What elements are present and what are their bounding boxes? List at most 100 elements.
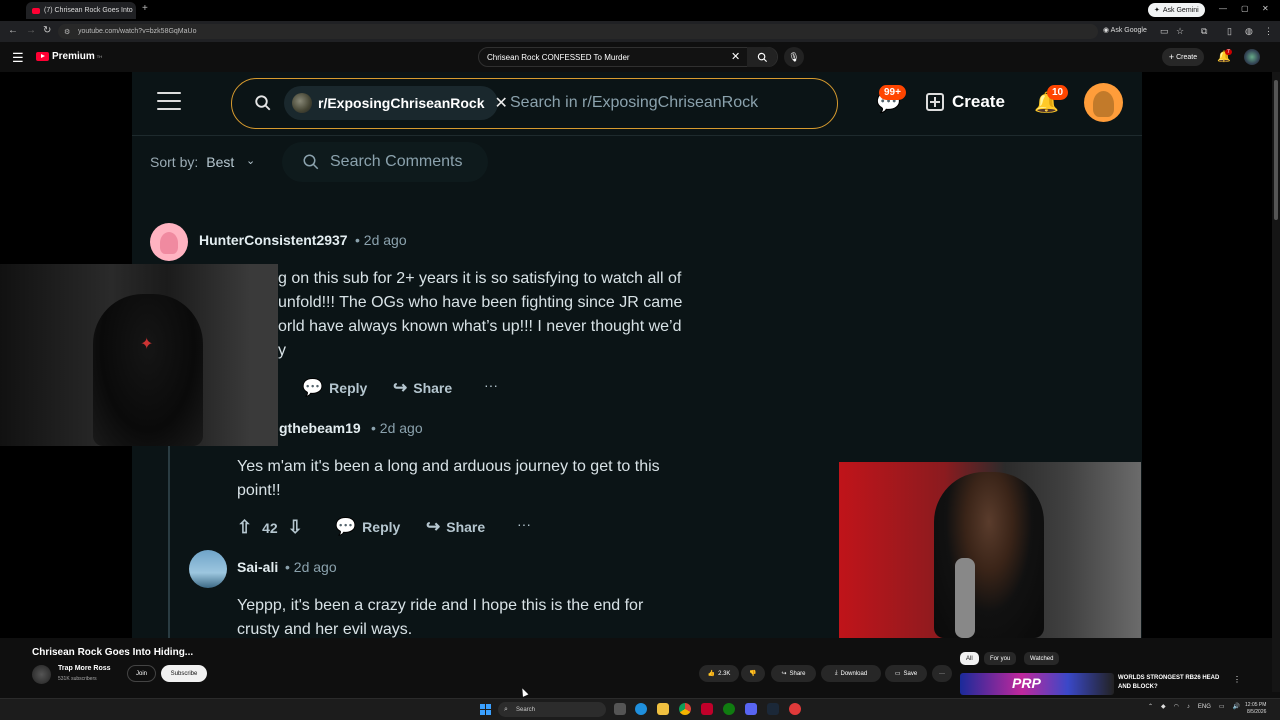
tab-title: (7) Chrisean Rock Goes Into xyxy=(44,7,133,14)
scrollbar-thumb[interactable] xyxy=(1274,80,1278,220)
comment-line: g on this sub for 2+ years it is so sati… xyxy=(278,270,682,287)
thumbs-up-icon: 👍 xyxy=(707,671,716,677)
comment-username: HunterConsistent2937 xyxy=(199,232,348,248)
subreddit-chip: r/ExposingChriseanRock ✕ xyxy=(284,86,508,120)
new-tab-icon[interactable]: + xyxy=(142,3,148,14)
comment-avatar xyxy=(150,223,188,261)
recommended-video-title[interactable]: WORLDS STRONGEST RB26 HEAD AND BLOCK? xyxy=(1118,674,1230,692)
bookmark-star-icon[interactable]: ☆ xyxy=(1176,26,1184,37)
close-window-icon[interactable]: ✕ xyxy=(1262,4,1269,13)
recommended-more-icon[interactable]: ⋮ xyxy=(1233,675,1241,684)
filter-chip-all[interactable]: All xyxy=(960,652,979,665)
comment-line: unfold!!! The OGs who have been fighting… xyxy=(278,294,683,311)
save-button[interactable]: ▭ Save xyxy=(885,665,927,682)
share-video-label: Share xyxy=(789,670,806,677)
filter-chip-watched[interactable]: Watched xyxy=(1024,652,1060,665)
task-view-icon[interactable] xyxy=(614,703,626,715)
cast-icon[interactable]: ▭ xyxy=(1160,26,1169,37)
streamer-webcam-right xyxy=(839,462,1141,638)
thumbs-down-icon: 👎 xyxy=(749,671,757,677)
network-icon[interactable]: ▭ xyxy=(1219,703,1225,710)
comment-line: y xyxy=(278,342,286,359)
ask-google-label: Ask Google xyxy=(1110,27,1147,34)
dislike-button[interactable]: 👎 xyxy=(741,665,765,682)
comment-time: • 2d ago xyxy=(285,559,337,575)
like-button[interactable]: 👍 2.3K xyxy=(699,665,739,682)
language-indicator[interactable]: ENG xyxy=(1198,704,1211,710)
download-button[interactable]: ⤓ Download xyxy=(821,665,881,682)
share-video-button[interactable]: ↪ Share xyxy=(771,665,816,682)
more-horizontal-icon: ··· xyxy=(939,670,945,677)
browser-tab[interactable]: (7) Chrisean Rock Goes Into 🔊 ✕ xyxy=(26,2,136,19)
google-lens-icon: ◉ xyxy=(1103,27,1110,34)
app-icon[interactable] xyxy=(789,703,801,715)
forward-arrow-icon[interactable]: → xyxy=(26,25,36,36)
tray-chevron-icon[interactable]: ⌃ xyxy=(1148,703,1153,710)
mic-tray-icon[interactable]: ♪ xyxy=(1187,704,1190,710)
comment-body: g on this sub for 2+ years it is so sati… xyxy=(278,267,682,363)
channel-name[interactable]: Trap More Ross xyxy=(58,665,111,672)
chrome-icon[interactable] xyxy=(679,703,691,715)
youtube-logo-text: Premium xyxy=(52,51,95,62)
youtube-create-button[interactable]: + Create xyxy=(1162,48,1204,66)
chevron-down-icon: ⌄ xyxy=(246,155,256,167)
maximize-icon[interactable]: ▢ xyxy=(1241,4,1249,13)
ask-gemini-button[interactable]: ✦ Ask Gemini xyxy=(1148,3,1205,17)
hamburger-menu-icon[interactable]: ☰ xyxy=(12,50,24,66)
url-field[interactable]: ⚙ youtube.com/watch?v=bzk58GqMaUo xyxy=(58,24,1098,39)
tray-app-icon[interactable]: ◆ xyxy=(1161,703,1166,710)
site-info-icon[interactable]: ⚙ xyxy=(64,28,70,36)
chat-badge: 99+ xyxy=(879,85,906,100)
recommended-video-thumbnail[interactable]: PRP xyxy=(960,673,1114,695)
extensions-icon[interactable]: ⧉ xyxy=(1201,26,1207,37)
filter-chip-for-you[interactable]: For you xyxy=(984,652,1017,665)
taskbar-search-box[interactable]: ⌕ Search xyxy=(498,702,606,717)
vote-control: ⇧ 42 ⇩ xyxy=(237,517,303,538)
youtube-logo[interactable]: Premium TH xyxy=(36,51,102,62)
microphone-icon: 🎙 xyxy=(788,51,800,62)
video-info-bar: Chrisean Rock Goes Into Hiding... Trap M… xyxy=(0,638,1272,698)
youtube-header: ☰ Premium TH Chrisean Rock CONFESSED To … xyxy=(0,42,1280,72)
reddit-header: r/ExposingChriseanRock ✕ Search in r/Exp… xyxy=(132,72,1142,136)
subscribe-button[interactable]: Subscribe xyxy=(161,665,207,682)
reddit-search-placeholder: Search in r/ExposingChriseanRock xyxy=(510,94,759,111)
reload-icon[interactable]: ↻ xyxy=(43,25,51,36)
adobe-icon[interactable] xyxy=(701,703,713,715)
discord-icon[interactable] xyxy=(745,703,757,715)
file-explorer-icon[interactable] xyxy=(657,703,669,715)
reddit-search-icon xyxy=(255,95,271,111)
volume-icon[interactable]: 🔊 xyxy=(1233,703,1240,710)
video-player[interactable]: r/ExposingChriseanRock ✕ Search in r/Exp… xyxy=(0,72,1272,638)
sort-value: Best xyxy=(206,154,235,170)
steam-icon[interactable] xyxy=(767,703,779,715)
more-actions-button[interactable]: ··· xyxy=(932,665,952,682)
edge-browser-icon[interactable] xyxy=(635,703,647,715)
share-icon: ↪ xyxy=(393,378,408,397)
youtube-search-button[interactable] xyxy=(747,47,777,67)
comment-line: point!! xyxy=(237,482,281,499)
system-clock[interactable]: 12:05 PM 8/5/2026 xyxy=(1245,702,1266,716)
search-comments-icon xyxy=(303,154,319,170)
sidebar-icon[interactable]: ▯ xyxy=(1227,26,1232,37)
profile-icon[interactable]: ◍ xyxy=(1245,26,1253,37)
comment-avatar xyxy=(189,550,227,588)
back-arrow-icon[interactable]: ← xyxy=(8,25,18,36)
voice-search-button[interactable]: 🎙 xyxy=(784,47,804,67)
ask-google-button[interactable]: ◉ Ask Google xyxy=(1103,26,1147,34)
channel-avatar[interactable] xyxy=(32,665,51,684)
wifi-icon[interactable]: ◠ xyxy=(1174,703,1179,710)
reddit-menu-icon xyxy=(157,92,181,110)
downvote-icon: ⇩ xyxy=(287,517,303,537)
xbox-icon[interactable] xyxy=(723,703,735,715)
cap-logo-icon: ✦ xyxy=(140,336,154,353)
clock-date: 8/5/2026 xyxy=(1246,709,1267,715)
youtube-account-avatar[interactable] xyxy=(1244,49,1260,65)
share-button: ↪ Share xyxy=(426,517,485,537)
windows-start-icon[interactable] xyxy=(480,704,491,715)
clear-search-icon[interactable]: ✕ xyxy=(731,50,740,63)
comment-username: Sai-ali xyxy=(237,559,279,575)
join-button[interactable]: Join xyxy=(127,665,156,682)
browser-menu-icon[interactable]: ⋮ xyxy=(1264,26,1273,37)
share-icon: ↪ xyxy=(426,517,441,536)
minimize-icon[interactable]: — xyxy=(1219,4,1227,13)
